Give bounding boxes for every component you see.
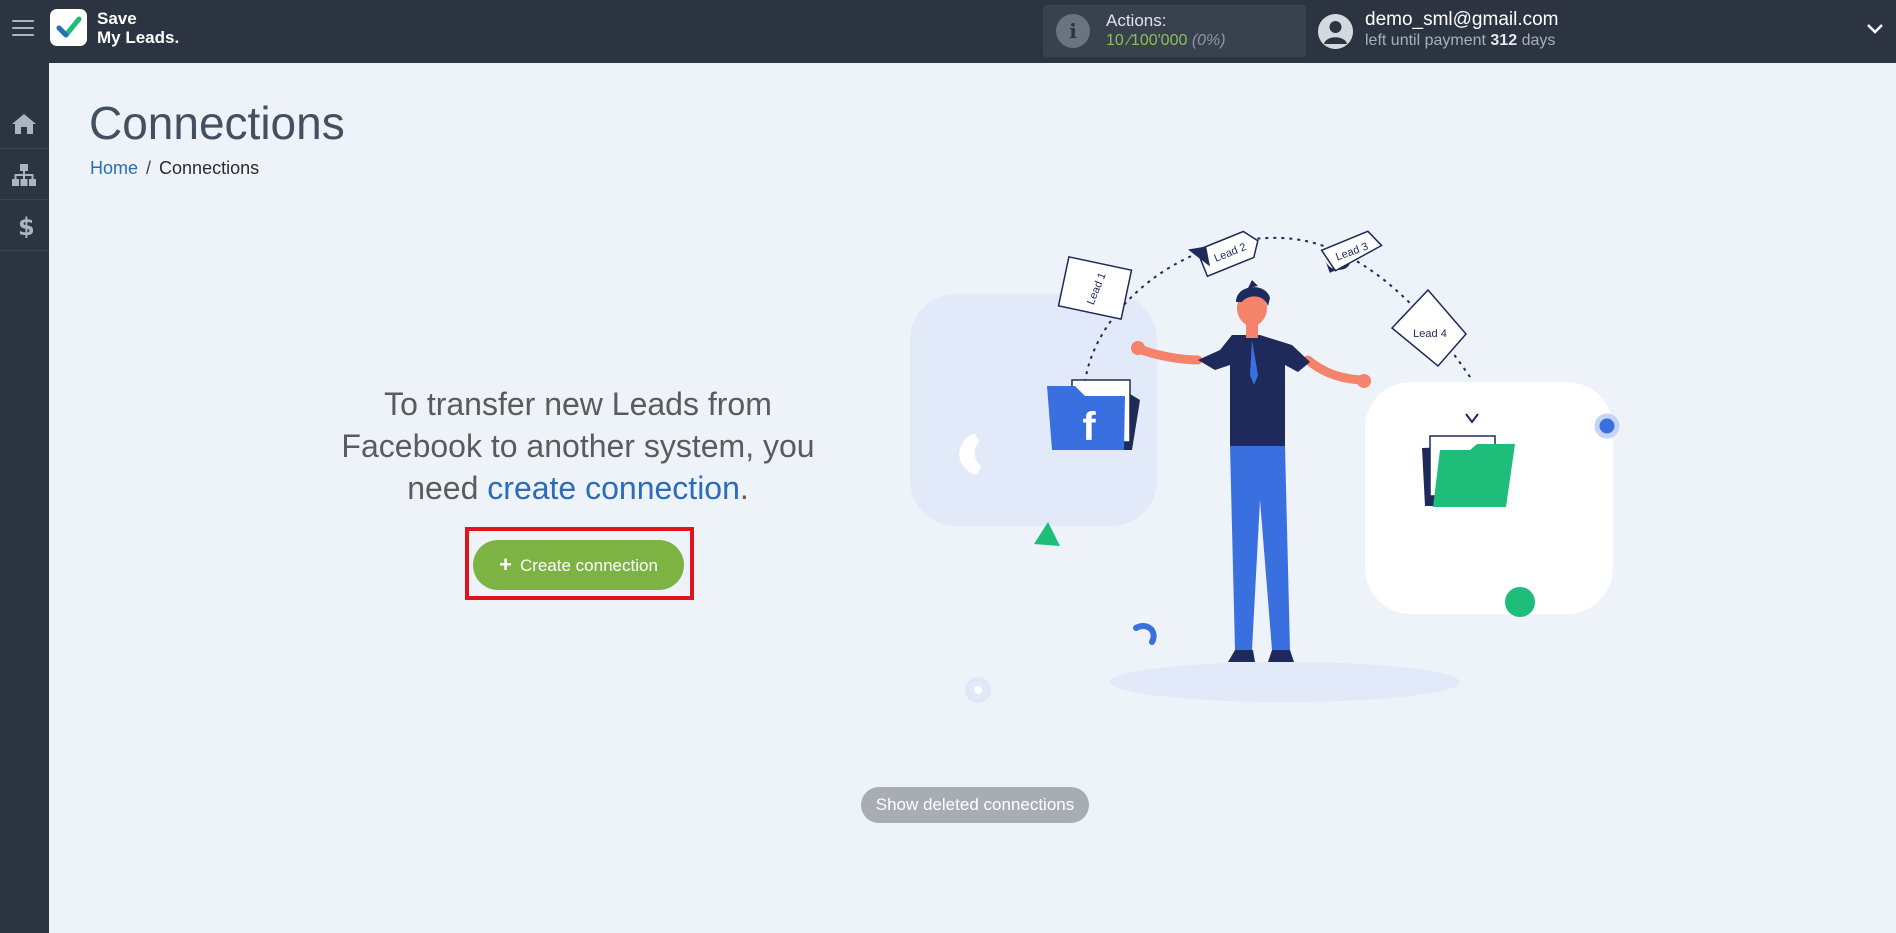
page-title: Connections bbox=[89, 97, 345, 149]
breadcrumb: Home / Connections bbox=[90, 158, 259, 179]
user-email[interactable]: demo_sml@gmail.com bbox=[1365, 9, 1559, 31]
floor-shadow bbox=[1110, 662, 1460, 702]
payment-prefix: left until payment bbox=[1365, 32, 1486, 49]
sidebar-item-home[interactable] bbox=[0, 99, 49, 149]
actions-label: Actions: bbox=[1106, 11, 1167, 30]
user-avatar-icon[interactable] bbox=[1318, 14, 1353, 49]
decorative-dot-blue bbox=[1594, 413, 1620, 439]
menu-icon[interactable] bbox=[12, 20, 34, 38]
lead-card-2: Lead 2 bbox=[1188, 230, 1259, 278]
logo-line-2: My Leads. bbox=[97, 28, 180, 47]
lead-4-label: Lead 4 bbox=[1413, 328, 1447, 340]
intro-end: . bbox=[739, 470, 749, 506]
plus-icon: + bbox=[499, 552, 512, 577]
connections-illustration: Lead 1 Lead 2 Lead 3 Lead 4 f bbox=[910, 230, 1620, 703]
lead-card-3: Lead 3 bbox=[1320, 230, 1383, 273]
sidebar-item-billing[interactable]: $ bbox=[0, 201, 49, 251]
sidebar: $ bbox=[0, 63, 49, 933]
home-icon bbox=[12, 114, 36, 134]
actions-percent: (0%) bbox=[1191, 32, 1226, 49]
top-bar: Save My Leads. i Actions: 10 ⁄100'000 (0… bbox=[0, 0, 1896, 63]
sidebar-item-connections[interactable] bbox=[0, 150, 49, 200]
chevron-down-icon[interactable] bbox=[1866, 22, 1884, 36]
intro-message: To transfer new Leads from Facebook to a… bbox=[330, 383, 826, 509]
decorative-dot-green bbox=[1505, 587, 1535, 617]
person-figure bbox=[1131, 280, 1371, 662]
sitemap-icon bbox=[12, 164, 36, 186]
facebook-folder-icon: f bbox=[1047, 379, 1140, 450]
lead-card-4: Lead 4 bbox=[1390, 288, 1467, 368]
payment-days: 312 bbox=[1490, 32, 1518, 49]
actions-value: 10 ⁄100'000 (0%) bbox=[1106, 32, 1226, 50]
payment-suffix: days bbox=[1521, 32, 1556, 49]
actions-count: 10 ⁄100'000 bbox=[1106, 32, 1188, 49]
show-deleted-connections-button[interactable]: Show deleted connections bbox=[861, 787, 1089, 823]
decorative-swirl bbox=[1133, 622, 1157, 645]
create-connection-link[interactable]: create connection bbox=[487, 470, 740, 506]
green-folder-icon bbox=[1422, 435, 1515, 507]
info-icon: i bbox=[1056, 14, 1090, 48]
create-connection-label: Create connection bbox=[519, 556, 658, 575]
actions-panel: i Actions: 10 ⁄100'000 (0%) bbox=[1043, 5, 1306, 57]
breadcrumb-current: Connections bbox=[159, 158, 260, 178]
svg-text:$: $ bbox=[18, 214, 35, 238]
dollar-icon: $ bbox=[18, 214, 35, 238]
payment-info: left until payment 312 days bbox=[1365, 32, 1555, 50]
breadcrumb-separator: / bbox=[146, 158, 152, 178]
logo-line-1: Save bbox=[97, 9, 137, 28]
logo-text[interactable]: Save My Leads. bbox=[97, 9, 179, 47]
facebook-letter: f bbox=[1082, 405, 1096, 449]
logo-icon[interactable] bbox=[50, 9, 87, 46]
breadcrumb-home-link[interactable]: Home bbox=[90, 158, 138, 178]
create-connection-button[interactable]: + Create connection bbox=[473, 540, 684, 590]
